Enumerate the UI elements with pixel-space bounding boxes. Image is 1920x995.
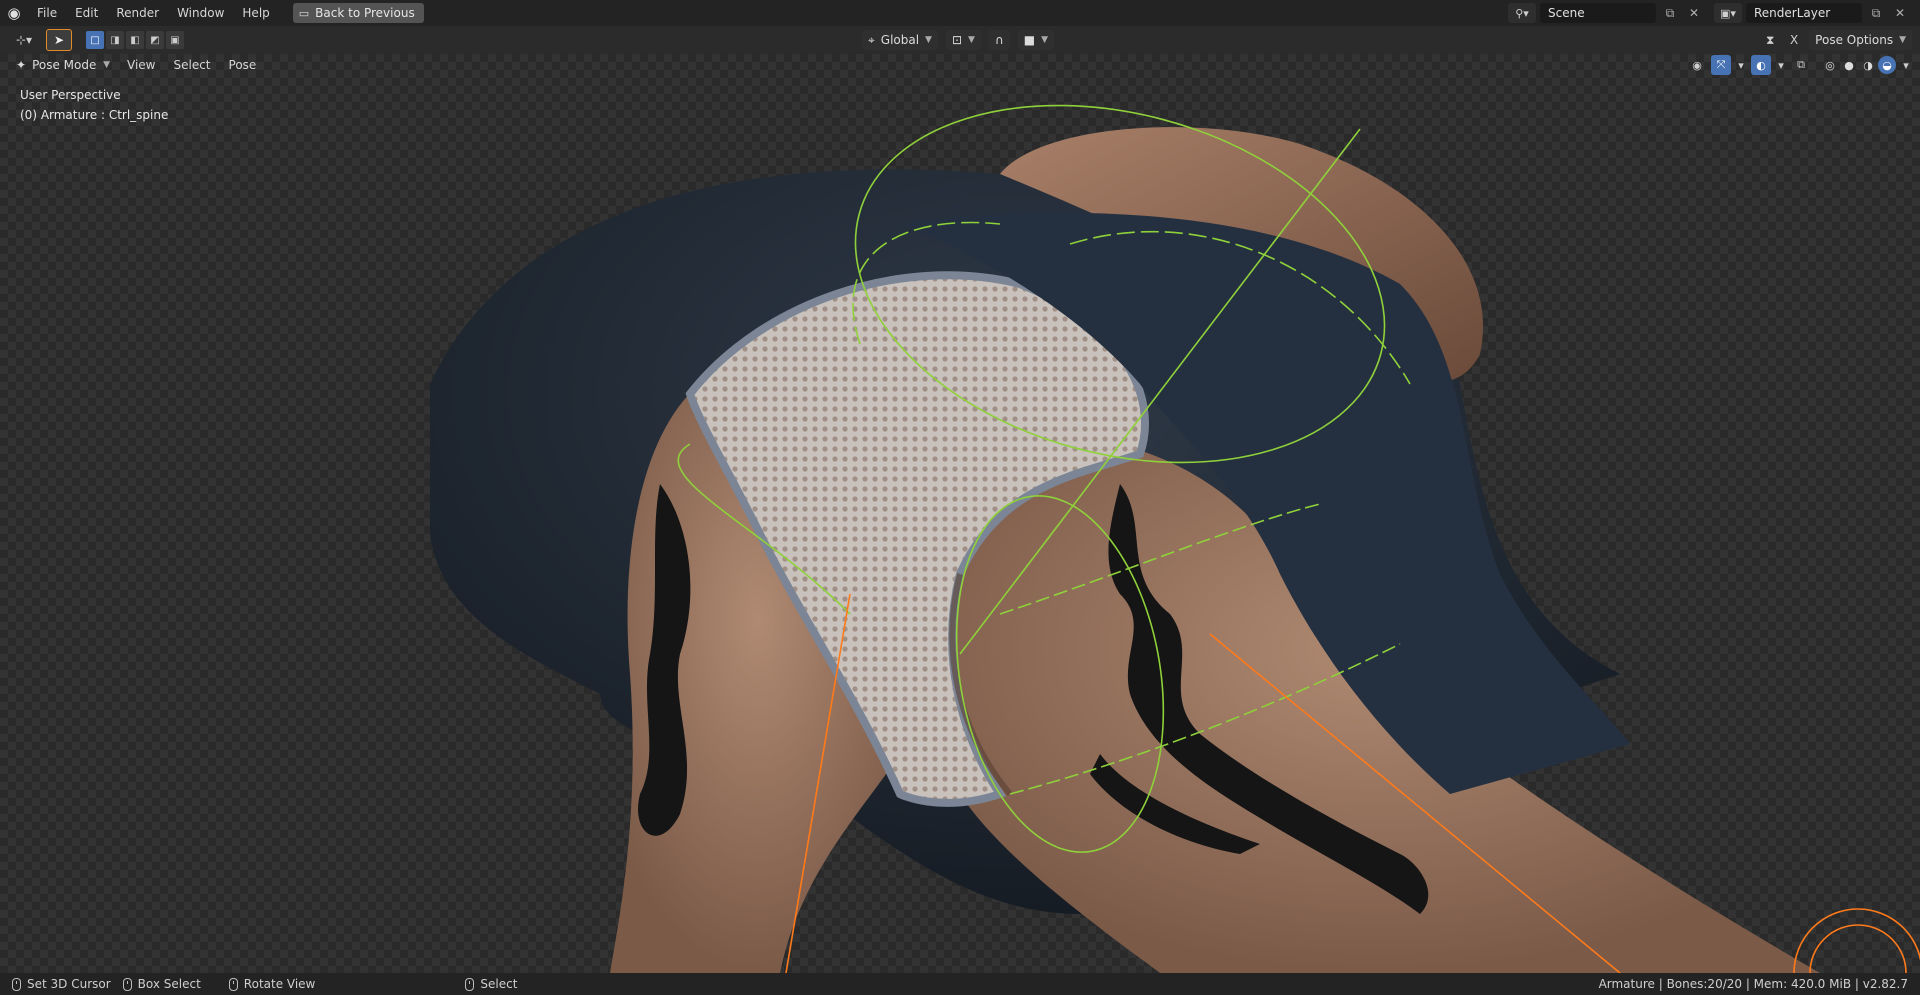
menu-window[interactable]: Window (168, 0, 233, 26)
snap-toggle[interactable]: ∩ (988, 30, 1010, 50)
shading-mode-group: ◎ ● ◑ ◒ (1821, 56, 1896, 74)
gizmo-toggle-icon[interactable]: ⤧ (1711, 55, 1731, 75)
back-to-previous-button[interactable]: ▭ Back to Previous (292, 3, 424, 23)
chevron-down-icon: ▼ (1041, 35, 1049, 45)
rendered-shading-icon[interactable]: ◒ (1878, 56, 1896, 74)
select-extend-icon[interactable]: ◨ (106, 31, 124, 49)
delete-scene-icon[interactable]: ✕ (1684, 3, 1704, 23)
xray-mirror-icon[interactable]: ⧗ (1761, 30, 1779, 50)
chevron-down-icon: ▼ (103, 60, 110, 70)
pivot-point-dropdown[interactable]: ⊡ ▼ (945, 30, 981, 50)
screen-back-icon: ▭ (298, 6, 310, 20)
chevron-down-icon[interactable]: ▾ (1900, 55, 1912, 75)
viewport-perspective-label: User Perspective (20, 88, 121, 102)
editor-type-icon[interactable]: ⊹▾ (10, 30, 38, 50)
status-set-3d-cursor-label: Set 3D Cursor (27, 977, 111, 991)
menu-file[interactable]: File (28, 0, 66, 26)
select-new-icon[interactable]: □ (86, 31, 104, 49)
tool-header: ⊹▾ ➤ □ ◨ ◧ ◩ ▣ ⌖ Global ▼ ⊡ ▼ ∩ ■ ▼ ⧗ X … (0, 26, 1920, 54)
visibility-eye-icon[interactable]: ◉ (1687, 55, 1707, 75)
select-invert-icon[interactable]: ◩ (146, 31, 164, 49)
status-rotate-view-label: Rotate View (243, 977, 316, 991)
magnet-icon: ∩ (994, 33, 1004, 47)
pose-options-dropdown[interactable]: Pose Options ▼ (1809, 30, 1912, 50)
select-tool-button[interactable]: ➤ (46, 29, 72, 51)
chevron-down-icon: ▼ (1899, 35, 1906, 45)
chevron-down-icon: ▼ (925, 35, 932, 45)
status-rotate-view: Rotate View (228, 977, 316, 991)
viewport-menu-pose[interactable]: Pose (220, 58, 266, 72)
cursor-arrow-icon: ➤ (53, 33, 65, 47)
chevron-down-icon[interactable]: ▾ (1735, 55, 1747, 75)
status-select: Select (465, 977, 517, 991)
pivot-icon: ⊡ (951, 33, 963, 47)
xray-toggle-icon[interactable]: ⧉ (1791, 55, 1811, 75)
overlays-toggle-icon[interactable]: ◐ (1751, 55, 1771, 75)
viewport-menu-view[interactable]: View (118, 58, 164, 72)
viewport-menu-select[interactable]: Select (164, 58, 219, 72)
scene-icon[interactable]: ⚲▾ (1508, 3, 1536, 23)
status-bar: Set 3D Cursor Box Select Rotate View Sel… (0, 973, 1920, 995)
menu-help[interactable]: Help (233, 0, 278, 26)
blender-logo-icon[interactable]: ◉ (0, 0, 28, 26)
select-intersect-icon[interactable]: ▣ (166, 31, 184, 49)
snap-target-dropdown[interactable]: ■ ▼ (1017, 30, 1055, 50)
interaction-mode-label: Pose Mode (32, 58, 97, 72)
pose-mode-icon: ✦ (16, 58, 27, 72)
scene-render (430, 104, 1920, 973)
renderlayer-icon[interactable]: ▣▾ (1714, 3, 1742, 23)
mouse-left-icon (12, 977, 21, 991)
viewport-header: ✦ Pose Mode ▼ View Select Pose ◉ ⤧ ▾ ◐ ▾… (0, 54, 1920, 76)
top-menu-bar: ◉ File Edit Render Window Help ▭ Back to… (0, 0, 1920, 26)
snap-square-icon: ■ (1023, 33, 1036, 47)
status-set-3d-cursor: Set 3D Cursor (12, 977, 111, 991)
renderlayer-name-field[interactable]: RenderLayer (1746, 3, 1862, 23)
menu-render[interactable]: Render (107, 0, 168, 26)
mouse-right-icon (465, 977, 475, 991)
status-select-label: Select (480, 977, 518, 991)
3d-viewport[interactable]: User Perspective (0) Armature : Ctrl_spi… (0, 54, 1920, 973)
delete-renderlayer-icon[interactable]: ✕ (1890, 3, 1910, 23)
mirror-x-toggle[interactable]: X (1787, 30, 1801, 50)
status-info: Armature | Bones:20/20 | Mem: 420.0 MiB … (1598, 977, 1908, 991)
wireframe-shading-icon[interactable]: ◎ (1821, 56, 1839, 74)
solid-shading-icon[interactable]: ● (1840, 56, 1858, 74)
transform-orientation-label: Global (880, 33, 920, 47)
material-shading-icon[interactable]: ◑ (1859, 56, 1877, 74)
interaction-mode-dropdown[interactable]: ✦ Pose Mode ▼ (8, 55, 118, 75)
new-scene-icon[interactable]: ⧉ (1660, 3, 1680, 23)
mouse-drag-icon (122, 977, 132, 991)
scene-name-field[interactable]: Scene (1540, 3, 1656, 23)
orientation-icon: ⌖ (868, 32, 875, 47)
scene-selector: ⚲▾ Scene ⧉ ✕ (1508, 3, 1704, 23)
pose-options-label: Pose Options (1815, 33, 1894, 47)
new-renderlayer-icon[interactable]: ⧉ (1866, 3, 1886, 23)
status-box-select-label: Box Select (137, 977, 201, 991)
renderlayer-selector: ▣▾ RenderLayer ⧉ ✕ (1714, 3, 1910, 23)
chevron-down-icon: ▼ (968, 35, 975, 45)
select-subtract-icon[interactable]: ◧ (126, 31, 144, 49)
selection-mode-group: □ ◨ ◧ ◩ ▣ (86, 31, 184, 49)
status-box-select: Box Select (122, 977, 201, 991)
menu-edit[interactable]: Edit (66, 0, 107, 26)
viewport-active-object-label: (0) Armature : Ctrl_spine (20, 108, 169, 122)
back-to-previous-label: Back to Previous (315, 6, 415, 20)
mouse-middle-icon (228, 977, 238, 991)
transform-orientation-dropdown[interactable]: ⌖ Global ▼ (862, 30, 938, 50)
chevron-down-icon[interactable]: ▾ (1775, 55, 1787, 75)
